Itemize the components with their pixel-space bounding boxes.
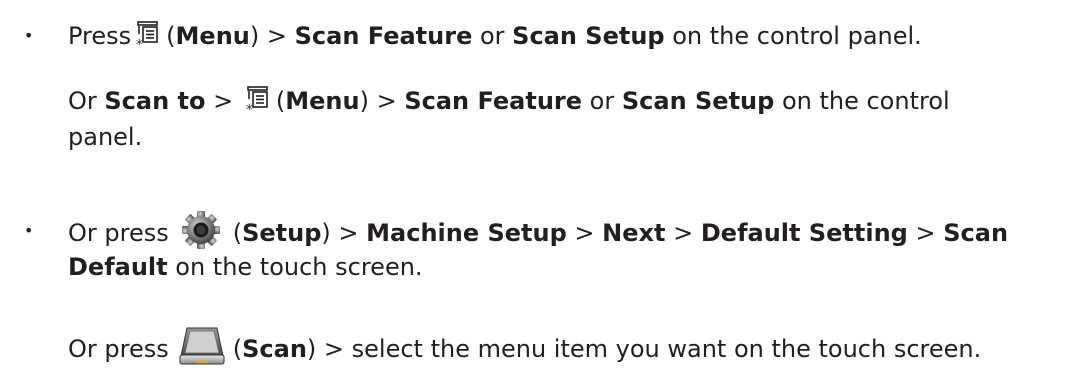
arrow-text: > <box>665 219 701 247</box>
paren-text: ( <box>232 219 243 247</box>
or-text: or <box>472 22 513 50</box>
item1-line2: Or Scan to > * (Menu) > Scan Feature or … <box>68 84 950 118</box>
arrow-text: ) > <box>359 87 405 115</box>
arrow-text: ) > <box>249 22 295 50</box>
menu-label: Menu <box>285 87 360 115</box>
default-label: Default <box>68 253 168 281</box>
scan-feature-label: Scan Feature <box>294 22 473 50</box>
machine-setup-label: Machine Setup <box>366 219 567 247</box>
bullet-1: • <box>24 26 34 45</box>
paren-text: ( <box>232 335 243 363</box>
item1-line3: panel. <box>68 120 142 154</box>
menu-label: Menu <box>175 22 250 50</box>
scan-label: Scan <box>242 335 307 363</box>
or-text: or <box>582 87 622 115</box>
scan-feature-label: Scan Feature <box>404 87 583 115</box>
svg-text:*: * <box>246 103 253 114</box>
setup-gear-icon <box>181 210 221 250</box>
menu-icon: * <box>246 86 270 118</box>
tail-text: on the touch screen. <box>167 253 423 281</box>
item2-line3: Or press (Scan) > select the menu item y… <box>68 327 982 365</box>
arrow-text: > <box>205 87 241 115</box>
default-setting-label: Default Setting <box>700 219 908 247</box>
scan-setup-label: Scan Setup <box>512 22 665 50</box>
scan-to-label: Scan to <box>104 87 206 115</box>
scan-setup-label: Scan Setup <box>621 87 775 115</box>
paren-text: ( <box>275 87 286 115</box>
item1-line1: Press * (Menu) > Scan Feature or Scan Se… <box>68 19 922 53</box>
paren-text: ( <box>166 22 176 50</box>
tail-text: on the control panel. <box>664 22 922 50</box>
menu-icon: * <box>136 21 160 53</box>
panel-text: panel. <box>68 123 143 151</box>
arrow-text: ) > <box>321 219 367 247</box>
scan-label: Scan <box>943 219 1009 247</box>
bullet-2: • <box>24 221 34 240</box>
arrow-text: > <box>566 219 603 247</box>
or-press-text: Or press <box>68 219 169 247</box>
arrow-text: > <box>907 219 944 247</box>
or-press-text: Or press <box>68 335 169 363</box>
press-text: Press <box>68 22 132 50</box>
next-label: Next <box>602 219 666 247</box>
item2-line2: Default on the touch screen. <box>68 250 423 284</box>
svg-text:*: * <box>136 38 143 49</box>
tail-text: ) > select the menu item you want on the… <box>306 335 982 363</box>
tail-text: on the control <box>774 87 950 115</box>
or-text: Or <box>68 87 105 115</box>
scanner-icon <box>179 326 225 366</box>
item2-line1: Or press (Setup) > Machine Setup > Next … <box>68 211 1009 249</box>
setup-label: Setup <box>242 219 322 247</box>
